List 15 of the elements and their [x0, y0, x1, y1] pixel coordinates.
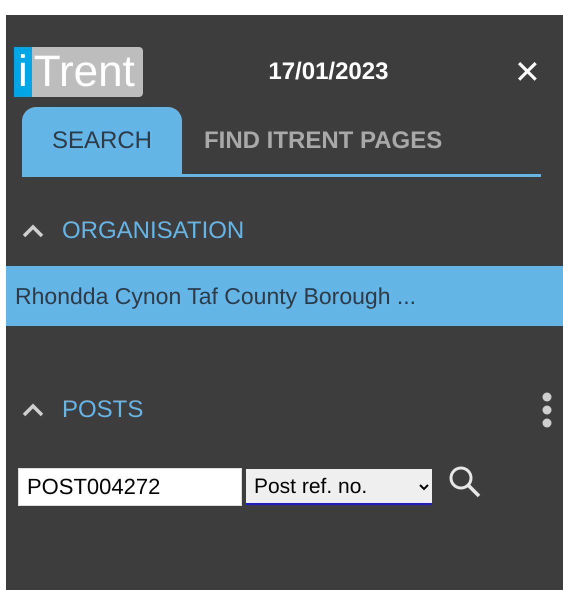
collapse-icon[interactable] — [22, 224, 44, 238]
tab[interactable]: FIND ITRENT PAGES — [182, 107, 464, 174]
search-icon[interactable] — [448, 465, 482, 499]
close-button[interactable]: ✕ — [514, 56, 541, 88]
section-title: POSTS — [62, 395, 144, 425]
search-field[interactable]: POST004272 — [18, 468, 242, 506]
search-by-dropdown[interactable]: Post ref. no. — [246, 469, 432, 505]
logo-letter: i — [14, 47, 32, 97]
date-label: 17/01/2023 — [268, 57, 388, 87]
list-item[interactable]: Rhondda Cynon Taf County Borough ... — [6, 266, 563, 326]
more-options-icon[interactable] — [541, 392, 553, 428]
collapse-icon[interactable] — [22, 403, 44, 417]
section-title: ORGANISATION — [62, 216, 244, 246]
tab[interactable]: SEARCH — [22, 107, 182, 174]
logo-text: Trent — [32, 47, 143, 97]
